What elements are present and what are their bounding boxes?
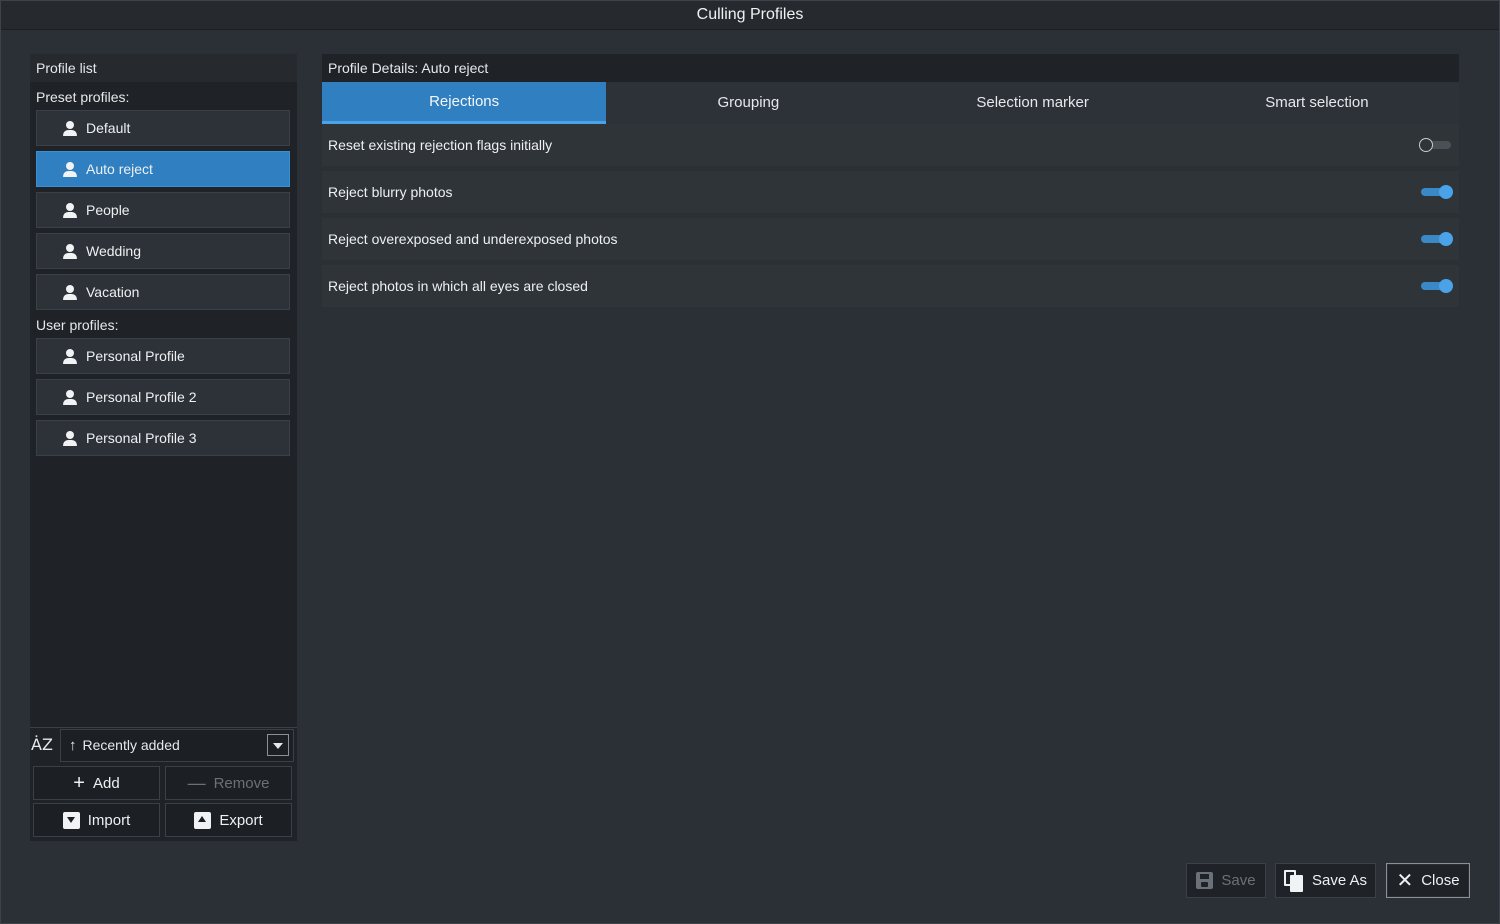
- person-icon: [62, 161, 78, 177]
- preset-profiles-label: Preset profiles:: [36, 89, 130, 105]
- blurry-toggle[interactable]: [1419, 185, 1453, 199]
- setting-row-eyes-closed: Reject photos in which all eyes are clos…: [322, 265, 1459, 307]
- export-button[interactable]: Export: [165, 803, 292, 837]
- tab-selection-marker[interactable]: Selection marker: [891, 82, 1175, 124]
- profile-item-wedding[interactable]: Wedding: [36, 233, 290, 269]
- profile-list-header: Profile list: [30, 54, 297, 82]
- chevron-down-icon[interactable]: [267, 734, 289, 756]
- setting-row-blurry: Reject blurry photos: [322, 171, 1459, 213]
- user-profiles-label: User profiles:: [36, 317, 119, 333]
- profile-item-label: Vacation: [86, 284, 140, 300]
- save-button[interactable]: Save: [1186, 863, 1266, 898]
- tab-grouping[interactable]: Grouping: [606, 82, 890, 124]
- profile-item-auto-reject[interactable]: Auto reject: [36, 151, 290, 187]
- profile-item-label: Default: [86, 120, 131, 136]
- profile-item-vacation[interactable]: Vacation: [36, 274, 290, 310]
- profile-list-panel: Profile list Preset profiles: Default Au…: [30, 54, 297, 841]
- add-button-label: Add: [92, 774, 120, 792]
- import-button-label: Import: [87, 811, 131, 829]
- minus-icon: —: [187, 773, 206, 793]
- culling-profiles-window: Culling Profiles Profile list Preset pro…: [0, 0, 1500, 924]
- profile-item-personal-profile[interactable]: Personal Profile: [36, 338, 290, 374]
- window-title: Culling Profiles: [1, 1, 1499, 30]
- person-icon: [62, 284, 78, 300]
- profile-item-label: Personal Profile: [86, 348, 185, 364]
- profile-item-people[interactable]: People: [36, 192, 290, 228]
- copy-icon: [1283, 869, 1304, 892]
- save-as-button[interactable]: Save As: [1275, 863, 1376, 898]
- settings-list: Reset existing rejection flags initially…: [322, 124, 1459, 307]
- eyes-closed-toggle[interactable]: [1419, 279, 1453, 293]
- profile-item-label: Auto reject: [86, 161, 153, 177]
- details-tabs: Rejections Grouping Selection marker Sma…: [322, 82, 1459, 124]
- profile-item-personal-profile-3[interactable]: Personal Profile 3: [36, 420, 290, 456]
- az-sort-icon[interactable]: ȦZ: [30, 734, 54, 756]
- import-icon: [62, 811, 80, 829]
- remove-button[interactable]: — Remove: [165, 766, 292, 800]
- setting-row-reset-flags: Reset existing rejection flags initially: [322, 124, 1459, 166]
- person-icon: [62, 389, 78, 405]
- setting-label: Reject blurry photos: [328, 184, 453, 200]
- arrow-up-icon: ↑: [69, 737, 77, 754]
- profile-item-label: Personal Profile 3: [86, 430, 197, 446]
- person-icon: [62, 430, 78, 446]
- setting-label: Reject overexposed and underexposed phot…: [328, 231, 618, 247]
- person-icon: [62, 243, 78, 259]
- profile-item-label: Wedding: [86, 243, 142, 259]
- setting-label: Reject photos in which all eyes are clos…: [328, 278, 588, 294]
- profile-details-panel: Profile Details: Auto reject Rejections …: [322, 54, 1459, 314]
- plus-icon: +: [73, 772, 85, 794]
- sort-order-value: Recently added: [82, 737, 180, 753]
- setting-label: Reset existing rejection flags initially: [328, 137, 553, 153]
- person-icon: [62, 202, 78, 218]
- add-button[interactable]: + Add: [33, 766, 160, 800]
- export-button-label: Export: [219, 811, 263, 829]
- profile-item-personal-profile-2[interactable]: Personal Profile 2: [36, 379, 290, 415]
- profile-item-label: Personal Profile 2: [86, 389, 197, 405]
- close-button-label: Close: [1421, 872, 1460, 889]
- save-icon: [1196, 872, 1214, 889]
- sort-row: ȦZ ↑ Recently added: [30, 727, 297, 763]
- tab-smart-selection[interactable]: Smart selection: [1175, 82, 1459, 124]
- export-icon: [194, 811, 212, 829]
- reset-flags-toggle[interactable]: [1419, 138, 1453, 152]
- save-button-label: Save: [1221, 872, 1256, 889]
- save-as-button-label: Save As: [1311, 872, 1368, 889]
- setting-row-exposure: Reject overexposed and underexposed phot…: [322, 218, 1459, 260]
- profile-item-default[interactable]: Default: [36, 110, 290, 146]
- person-icon: [62, 120, 78, 136]
- import-button[interactable]: Import: [33, 803, 160, 837]
- person-icon: [62, 348, 78, 364]
- exposure-toggle[interactable]: [1419, 232, 1453, 246]
- close-icon: ✕: [1396, 869, 1414, 892]
- sort-order-select[interactable]: ↑ Recently added: [60, 729, 294, 762]
- tab-rejections[interactable]: Rejections: [322, 82, 607, 124]
- profile-item-label: People: [86, 202, 130, 218]
- profile-details-header: Profile Details: Auto reject: [322, 54, 1459, 82]
- remove-button-label: Remove: [213, 774, 270, 792]
- close-button[interactable]: ✕ Close: [1386, 863, 1470, 898]
